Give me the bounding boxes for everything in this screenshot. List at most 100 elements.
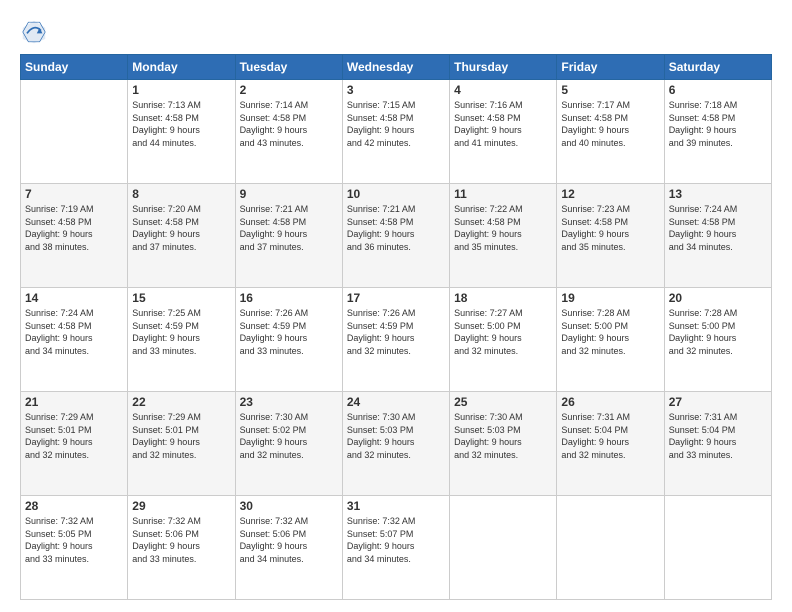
weekday-friday: Friday <box>557 55 664 80</box>
day-number: 26 <box>561 395 659 409</box>
calendar-cell: 18 Sunrise: 7:27 AM Sunset: 5:00 PM Dayli… <box>450 288 557 392</box>
calendar-cell: 31 Sunrise: 7:32 AM Sunset: 5:07 PM Dayli… <box>342 496 449 600</box>
calendar-cell: 4 Sunrise: 7:16 AM Sunset: 4:58 PM Daylig… <box>450 80 557 184</box>
day-number: 24 <box>347 395 445 409</box>
day-info: Sunrise: 7:30 AM Sunset: 5:03 PM Dayligh… <box>347 411 445 461</box>
day-number: 2 <box>240 83 338 97</box>
day-info: Sunrise: 7:23 AM Sunset: 4:58 PM Dayligh… <box>561 203 659 253</box>
day-number: 21 <box>25 395 123 409</box>
day-number: 12 <box>561 187 659 201</box>
day-number: 14 <box>25 291 123 305</box>
day-number: 18 <box>454 291 552 305</box>
day-info: Sunrise: 7:28 AM Sunset: 5:00 PM Dayligh… <box>669 307 767 357</box>
day-info: Sunrise: 7:30 AM Sunset: 5:02 PM Dayligh… <box>240 411 338 461</box>
calendar-week-1: 1 Sunrise: 7:13 AM Sunset: 4:58 PM Daylig… <box>21 80 772 184</box>
day-info: Sunrise: 7:16 AM Sunset: 4:58 PM Dayligh… <box>454 99 552 149</box>
day-number: 19 <box>561 291 659 305</box>
calendar-cell: 25 Sunrise: 7:30 AM Sunset: 5:03 PM Dayli… <box>450 392 557 496</box>
day-number: 1 <box>132 83 230 97</box>
day-number: 9 <box>240 187 338 201</box>
calendar-cell: 10 Sunrise: 7:21 AM Sunset: 4:58 PM Dayli… <box>342 184 449 288</box>
day-number: 6 <box>669 83 767 97</box>
calendar-cell: 16 Sunrise: 7:26 AM Sunset: 4:59 PM Dayli… <box>235 288 342 392</box>
day-number: 17 <box>347 291 445 305</box>
day-info: Sunrise: 7:32 AM Sunset: 5:06 PM Dayligh… <box>240 515 338 565</box>
calendar-cell: 27Sunrise: 7:31 AM Sunset: 5:04 PM Dayli… <box>664 392 771 496</box>
day-info: Sunrise: 7:20 AM Sunset: 4:58 PM Dayligh… <box>132 203 230 253</box>
calendar-cell <box>664 496 771 600</box>
day-info: Sunrise: 7:15 AM Sunset: 4:58 PM Dayligh… <box>347 99 445 149</box>
calendar-cell: 22 Sunrise: 7:29 AM Sunset: 5:01 PM Dayli… <box>128 392 235 496</box>
header <box>20 18 772 46</box>
calendar-cell: 30 Sunrise: 7:32 AM Sunset: 5:06 PM Dayli… <box>235 496 342 600</box>
day-info: Sunrise: 7:21 AM Sunset: 4:58 PM Dayligh… <box>347 203 445 253</box>
calendar-cell: 24 Sunrise: 7:30 AM Sunset: 5:03 PM Dayli… <box>342 392 449 496</box>
day-info: Sunrise: 7:17 AM Sunset: 4:58 PM Dayligh… <box>561 99 659 149</box>
day-number: 22 <box>132 395 230 409</box>
calendar-cell: 23 Sunrise: 7:30 AM Sunset: 5:02 PM Dayli… <box>235 392 342 496</box>
day-number: 4 <box>454 83 552 97</box>
day-number: 13 <box>669 187 767 201</box>
day-number: 31 <box>347 499 445 513</box>
day-info: Sunrise: 7:30 AM Sunset: 5:03 PM Dayligh… <box>454 411 552 461</box>
weekday-monday: Monday <box>128 55 235 80</box>
day-number: 29 <box>132 499 230 513</box>
day-number: 8 <box>132 187 230 201</box>
day-number: 15 <box>132 291 230 305</box>
day-info: Sunrise: 7:29 AM Sunset: 5:01 PM Dayligh… <box>132 411 230 461</box>
day-info: Sunrise: 7:32 AM Sunset: 5:05 PM Dayligh… <box>25 515 123 565</box>
calendar-cell: 20Sunrise: 7:28 AM Sunset: 5:00 PM Dayli… <box>664 288 771 392</box>
day-number: 10 <box>347 187 445 201</box>
calendar-week-3: 14 Sunrise: 7:24 AM Sunset: 4:58 PM Dayli… <box>21 288 772 392</box>
calendar-table: SundayMondayTuesdayWednesdayThursdayFrid… <box>20 54 772 600</box>
calendar-cell: 6 Sunrise: 7:18 AM Sunset: 4:58 PM Daylig… <box>664 80 771 184</box>
day-info: Sunrise: 7:26 AM Sunset: 4:59 PM Dayligh… <box>347 307 445 357</box>
calendar-cell: 15 Sunrise: 7:25 AM Sunset: 4:59 PM Dayli… <box>128 288 235 392</box>
day-info: Sunrise: 7:32 AM Sunset: 5:07 PM Dayligh… <box>347 515 445 565</box>
calendar-cell: 1 Sunrise: 7:13 AM Sunset: 4:58 PM Daylig… <box>128 80 235 184</box>
day-info: Sunrise: 7:13 AM Sunset: 4:58 PM Dayligh… <box>132 99 230 149</box>
day-info: Sunrise: 7:27 AM Sunset: 5:00 PM Dayligh… <box>454 307 552 357</box>
calendar-week-5: 28 Sunrise: 7:32 AM Sunset: 5:05 PM Dayli… <box>21 496 772 600</box>
weekday-header-row: SundayMondayTuesdayWednesdayThursdayFrid… <box>21 55 772 80</box>
logo-icon <box>20 18 48 46</box>
day-info: Sunrise: 7:25 AM Sunset: 4:59 PM Dayligh… <box>132 307 230 357</box>
day-number: 16 <box>240 291 338 305</box>
day-info: Sunrise: 7:19 AM Sunset: 4:58 PM Dayligh… <box>25 203 123 253</box>
day-info: Sunrise: 7:31 AM Sunset: 5:04 PM Dayligh… <box>561 411 659 461</box>
day-info: Sunrise: 7:26 AM Sunset: 4:59 PM Dayligh… <box>240 307 338 357</box>
day-number: 23 <box>240 395 338 409</box>
calendar-cell: 7Sunrise: 7:19 AM Sunset: 4:58 PM Daylig… <box>21 184 128 288</box>
day-info: Sunrise: 7:24 AM Sunset: 4:58 PM Dayligh… <box>25 307 123 357</box>
page: SundayMondayTuesdayWednesdayThursdayFrid… <box>0 0 792 612</box>
day-info: Sunrise: 7:18 AM Sunset: 4:58 PM Dayligh… <box>669 99 767 149</box>
day-number: 25 <box>454 395 552 409</box>
calendar-cell: 29 Sunrise: 7:32 AM Sunset: 5:06 PM Dayli… <box>128 496 235 600</box>
weekday-wednesday: Wednesday <box>342 55 449 80</box>
calendar-cell <box>21 80 128 184</box>
calendar-cell <box>450 496 557 600</box>
calendar-cell: 5 Sunrise: 7:17 AM Sunset: 4:58 PM Daylig… <box>557 80 664 184</box>
weekday-saturday: Saturday <box>664 55 771 80</box>
day-info: Sunrise: 7:21 AM Sunset: 4:58 PM Dayligh… <box>240 203 338 253</box>
weekday-thursday: Thursday <box>450 55 557 80</box>
calendar-cell: 26 Sunrise: 7:31 AM Sunset: 5:04 PM Dayli… <box>557 392 664 496</box>
calendar-cell: 8 Sunrise: 7:20 AM Sunset: 4:58 PM Daylig… <box>128 184 235 288</box>
day-info: Sunrise: 7:22 AM Sunset: 4:58 PM Dayligh… <box>454 203 552 253</box>
calendar-cell: 13 Sunrise: 7:24 AM Sunset: 4:58 PM Dayli… <box>664 184 771 288</box>
day-number: 11 <box>454 187 552 201</box>
day-number: 30 <box>240 499 338 513</box>
calendar-cell: 9 Sunrise: 7:21 AM Sunset: 4:58 PM Daylig… <box>235 184 342 288</box>
day-number: 3 <box>347 83 445 97</box>
day-info: Sunrise: 7:32 AM Sunset: 5:06 PM Dayligh… <box>132 515 230 565</box>
logo <box>20 18 52 46</box>
calendar-cell: 28 Sunrise: 7:32 AM Sunset: 5:05 PM Dayli… <box>21 496 128 600</box>
day-number: 27 <box>669 395 767 409</box>
day-number: 28 <box>25 499 123 513</box>
calendar-week-2: 7Sunrise: 7:19 AM Sunset: 4:58 PM Daylig… <box>21 184 772 288</box>
calendar-cell: 21Sunrise: 7:29 AM Sunset: 5:01 PM Dayli… <box>21 392 128 496</box>
calendar-cell: 3 Sunrise: 7:15 AM Sunset: 4:58 PM Daylig… <box>342 80 449 184</box>
day-info: Sunrise: 7:24 AM Sunset: 4:58 PM Dayligh… <box>669 203 767 253</box>
day-number: 5 <box>561 83 659 97</box>
day-info: Sunrise: 7:14 AM Sunset: 4:58 PM Dayligh… <box>240 99 338 149</box>
